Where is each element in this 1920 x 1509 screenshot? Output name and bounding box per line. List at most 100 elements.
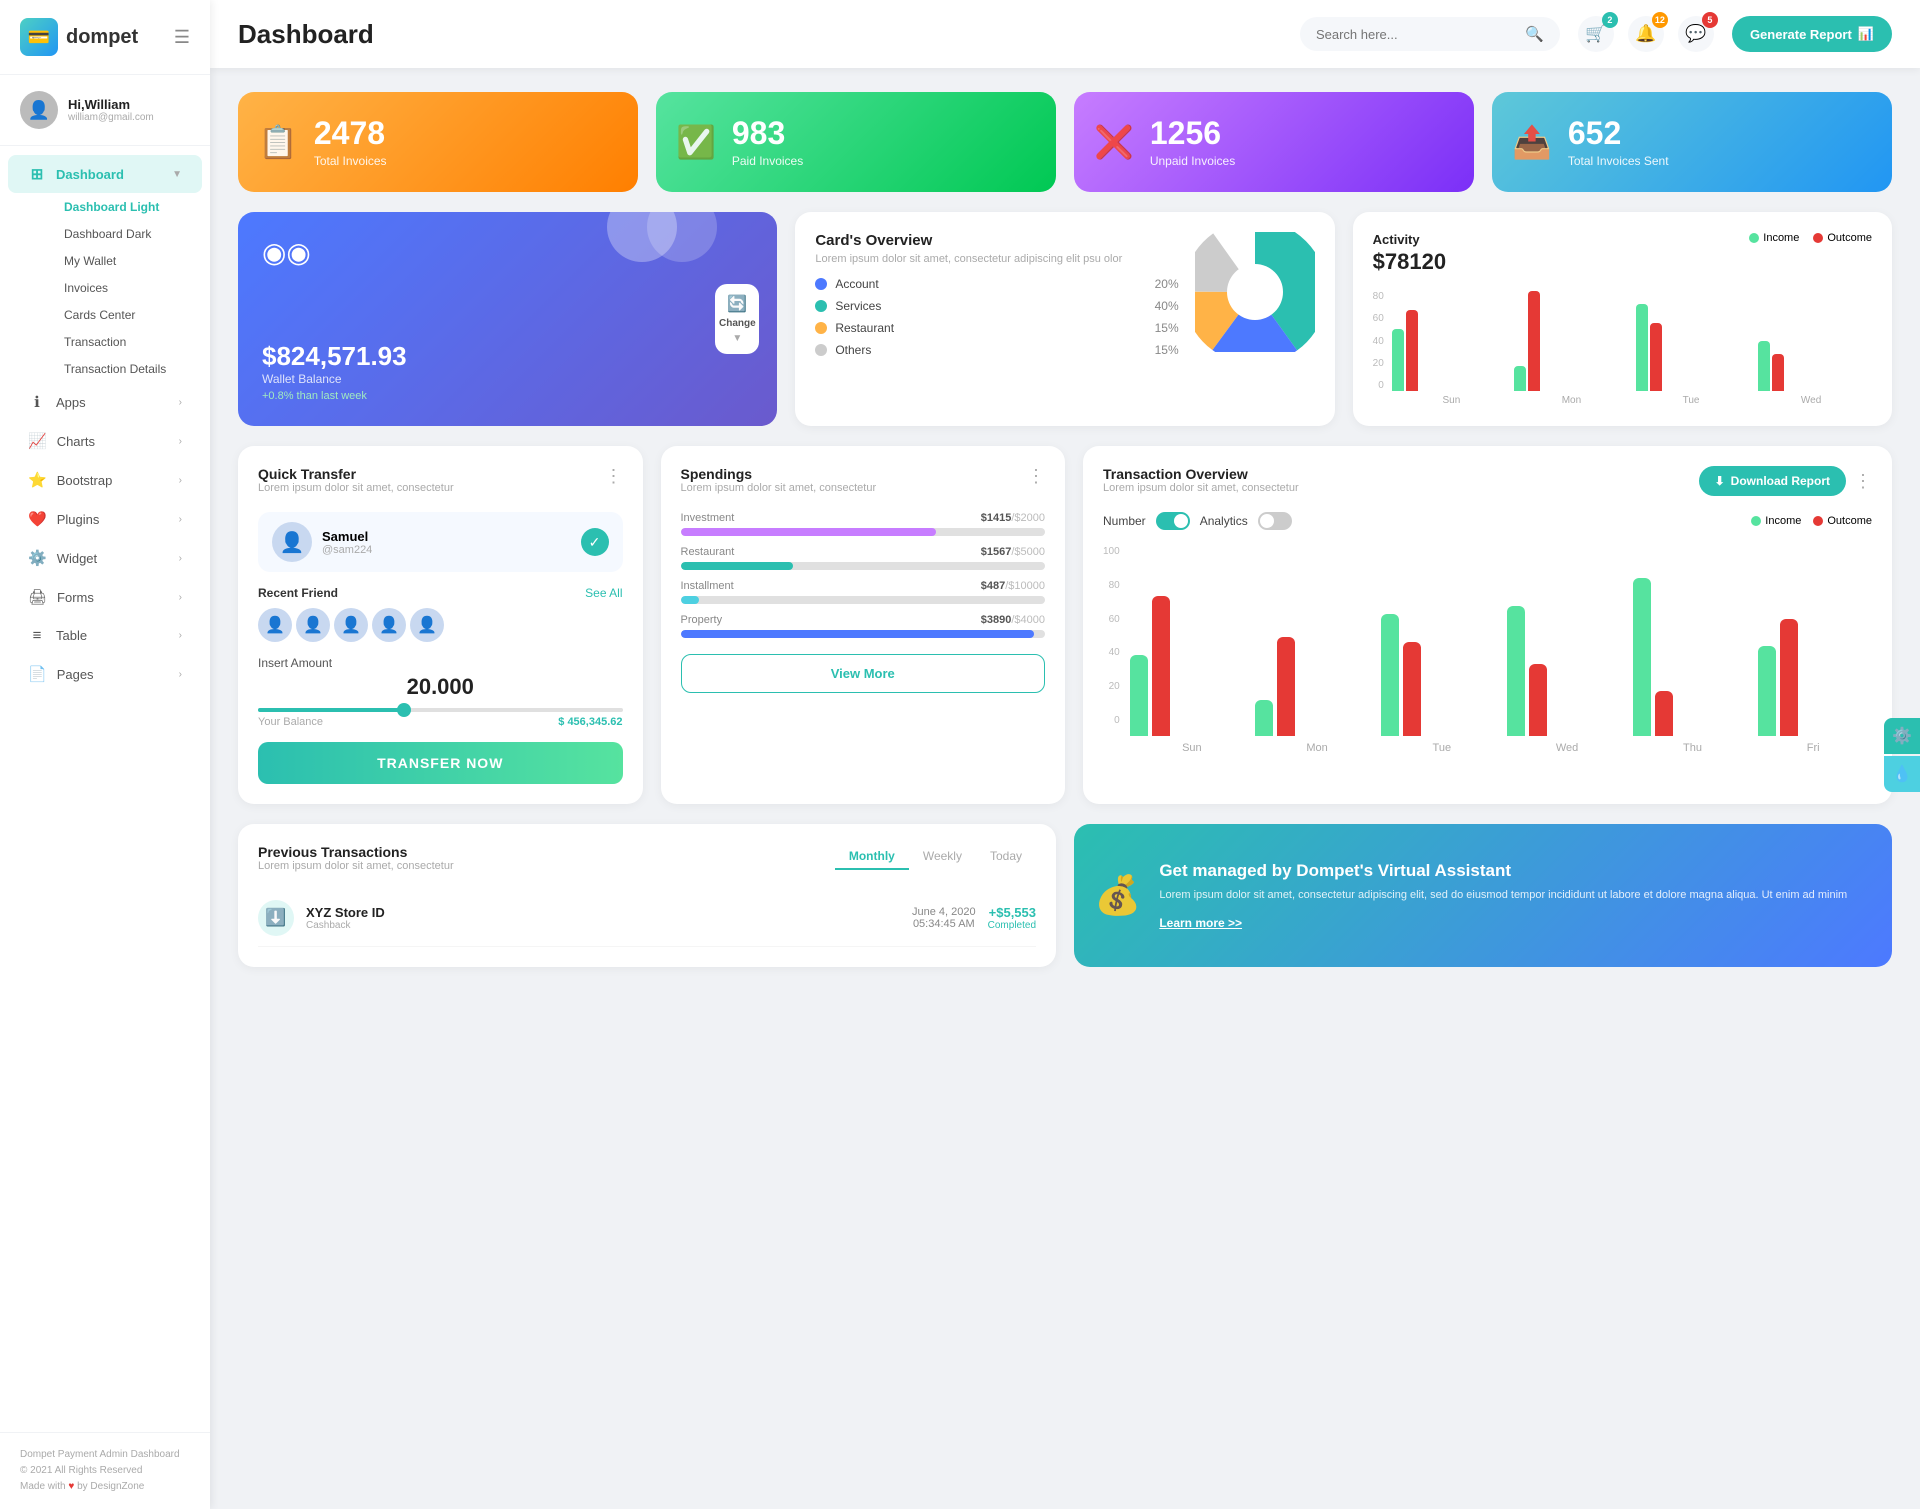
stat-number: 983 — [732, 116, 803, 151]
submenu-item-transaction[interactable]: Transaction — [44, 329, 202, 355]
quick-transfer-card: Quick Transfer Lorem ipsum dolor sit ame… — [238, 446, 643, 804]
number-toggle[interactable] — [1156, 512, 1190, 530]
learn-more-link[interactable]: Learn more >> — [1159, 916, 1242, 930]
submenu-item-transaction-details[interactable]: Transaction Details — [44, 356, 202, 382]
income-label: Income — [1763, 232, 1799, 244]
transfer-now-button[interactable]: TRANSFER NOW — [258, 742, 623, 784]
page-title: Dashboard — [238, 19, 1282, 50]
check-icon: ✓ — [581, 528, 609, 556]
search-input[interactable] — [1316, 27, 1517, 42]
spending-label: Restaurant — [681, 546, 735, 558]
chevron-down-icon: ▼ — [732, 333, 742, 344]
sidebar-item-table[interactable]: ≡ Table › — [8, 617, 202, 654]
sidebar-item-apps[interactable]: ℹ Apps › — [8, 383, 202, 421]
prev-tx-title: Previous Transactions — [258, 844, 454, 860]
water-float-button[interactable]: 💧 — [1884, 756, 1920, 792]
sidebar-item-pages[interactable]: 📄 Pages › — [8, 655, 202, 693]
chevron-right-icon: › — [179, 397, 182, 408]
download-icon: ⬇ — [1715, 474, 1725, 488]
slider[interactable] — [258, 708, 623, 712]
tab-weekly[interactable]: Weekly — [909, 844, 976, 870]
sidebar-item-label: Plugins — [57, 512, 100, 527]
stat-card-total-sent: 📤 652 Total Invoices Sent — [1492, 92, 1892, 192]
main-content: Dashboard 🔍 🛒2 🔔12 💬5 Generate Report 📊 — [210, 0, 1920, 1509]
sidebar-item-charts[interactable]: 📈 Charts › — [8, 422, 202, 460]
search-icon: 🔍 — [1525, 25, 1544, 43]
chat-button[interactable]: 💬5 — [1678, 16, 1714, 52]
legend-label: Others — [835, 343, 871, 357]
sidebar-item-forms[interactable]: 🖨 Forms › — [8, 578, 202, 616]
prev-tx-desc: Lorem ipsum dolor sit amet, consectetur — [258, 860, 454, 872]
last-row: Previous Transactions Lorem ipsum dolor … — [238, 824, 1892, 967]
tx-overview-desc: Lorem ipsum dolor sit amet, consectetur — [1103, 482, 1299, 494]
sidebar-item-label: Apps — [56, 395, 86, 410]
cart-badge: 2 — [1602, 12, 1618, 28]
user-name: Hi,William — [68, 97, 154, 112]
submenu-item-dashboard-dark[interactable]: Dashboard Dark — [44, 221, 202, 247]
sidebar-item-widget[interactable]: ⚙️ Widget › — [8, 539, 202, 577]
legend-services: Services 40% — [815, 299, 1178, 313]
analytics-label: Analytics — [1200, 514, 1248, 528]
sidebar-item-bootstrap[interactable]: ⭐ Bootstrap › — [8, 461, 202, 499]
avatars-row: 👤 👤 👤 👤 👤 — [258, 608, 623, 642]
tab-monthly[interactable]: Monthly — [835, 844, 909, 870]
see-all-link[interactable]: See All — [585, 586, 622, 600]
spending-property: Property $3890/$4000 — [681, 614, 1046, 638]
spendings-desc: Lorem ipsum dolor sit amet, consectetur — [681, 482, 877, 494]
more-menu-icon[interactable]: ⋮ — [1854, 471, 1872, 492]
legend-pct: 40% — [1155, 299, 1179, 313]
spending-label: Installment — [681, 580, 734, 592]
friend-avatar: 👤 — [258, 608, 292, 642]
submenu-item-invoices[interactable]: Invoices — [44, 275, 202, 301]
user-profile: 👤 Hi,William william@gmail.com — [0, 75, 210, 146]
insert-label: Insert Amount — [258, 656, 623, 670]
chevron-right-icon: › — [179, 669, 182, 680]
legend-account: Account 20% — [815, 277, 1178, 291]
more-menu-icon[interactable]: ⋮ — [1027, 466, 1045, 487]
user-card: 👤 Samuel @sam224 ✓ — [258, 512, 623, 572]
unpaid-icon: ❌ — [1094, 123, 1134, 161]
bell-button[interactable]: 🔔12 — [1628, 16, 1664, 52]
quick-transfer-title: Quick Transfer — [258, 466, 454, 482]
tx-name: XYZ Store ID — [306, 905, 900, 920]
sidebar-item-label: Table — [56, 628, 87, 643]
stat-card-paid-invoices: ✅ 983 Paid Invoices — [656, 92, 1056, 192]
wallet-balance: $824,571.93 — [262, 341, 753, 372]
sidebar-item-label: Widget — [57, 551, 97, 566]
more-menu-icon[interactable]: ⋮ — [605, 466, 623, 487]
stat-label: Total Invoices Sent — [1568, 154, 1669, 168]
legend-label: Account — [835, 277, 878, 291]
tab-today[interactable]: Today — [976, 844, 1036, 870]
activity-legend: Income Outcome — [1749, 232, 1872, 244]
tx-overview-title: Transaction Overview — [1103, 466, 1299, 482]
stat-label: Total Invoices — [314, 154, 387, 168]
sidebar-item-plugins[interactable]: ❤️ Plugins › — [8, 500, 202, 538]
sidebar-nav: ⊞ Dashboard ▼ Dashboard Light Dashboard … — [0, 146, 210, 1432]
spending-restaurant: Restaurant $1567/$5000 — [681, 546, 1046, 570]
view-more-button[interactable]: View More — [681, 654, 1046, 693]
download-report-button[interactable]: ⬇ Download Report — [1699, 466, 1846, 496]
sidebar-item-dashboard[interactable]: ⊞ Dashboard ▼ — [8, 155, 202, 193]
cart-button[interactable]: 🛒2 — [1578, 16, 1614, 52]
submenu-item-cards-center[interactable]: Cards Center — [44, 302, 202, 328]
change-button[interactable]: 🔄 Change ▼ — [715, 284, 759, 354]
sidebar-item-label: Dashboard — [56, 167, 124, 182]
stat-number: 2478 — [314, 116, 387, 151]
submenu-item-dashboard-light[interactable]: Dashboard Light — [44, 194, 202, 220]
stat-number: 1256 — [1150, 116, 1235, 151]
chevron-right-icon: › — [179, 514, 182, 525]
submenu-item-my-wallet[interactable]: My Wallet — [44, 248, 202, 274]
settings-float-button[interactable]: ⚙️ — [1884, 718, 1920, 754]
activity-title: Activity — [1373, 232, 1446, 247]
sent-icon: 📤 — [1512, 123, 1552, 161]
legend-label: Services — [835, 299, 881, 313]
analytics-toggle[interactable] — [1258, 512, 1292, 530]
outcome-label: Outcome — [1827, 232, 1872, 244]
friend-avatar: 👤 — [410, 608, 444, 642]
wallet-change: +0.8% than last week — [262, 390, 753, 402]
header-icons: 🛒2 🔔12 💬5 — [1578, 16, 1714, 52]
balance-value: $ 456,345.62 — [558, 716, 622, 728]
outcome-label: Outcome — [1827, 515, 1872, 527]
generate-report-button[interactable]: Generate Report 📊 — [1732, 16, 1892, 52]
hamburger-menu[interactable]: ☰ — [174, 27, 190, 48]
